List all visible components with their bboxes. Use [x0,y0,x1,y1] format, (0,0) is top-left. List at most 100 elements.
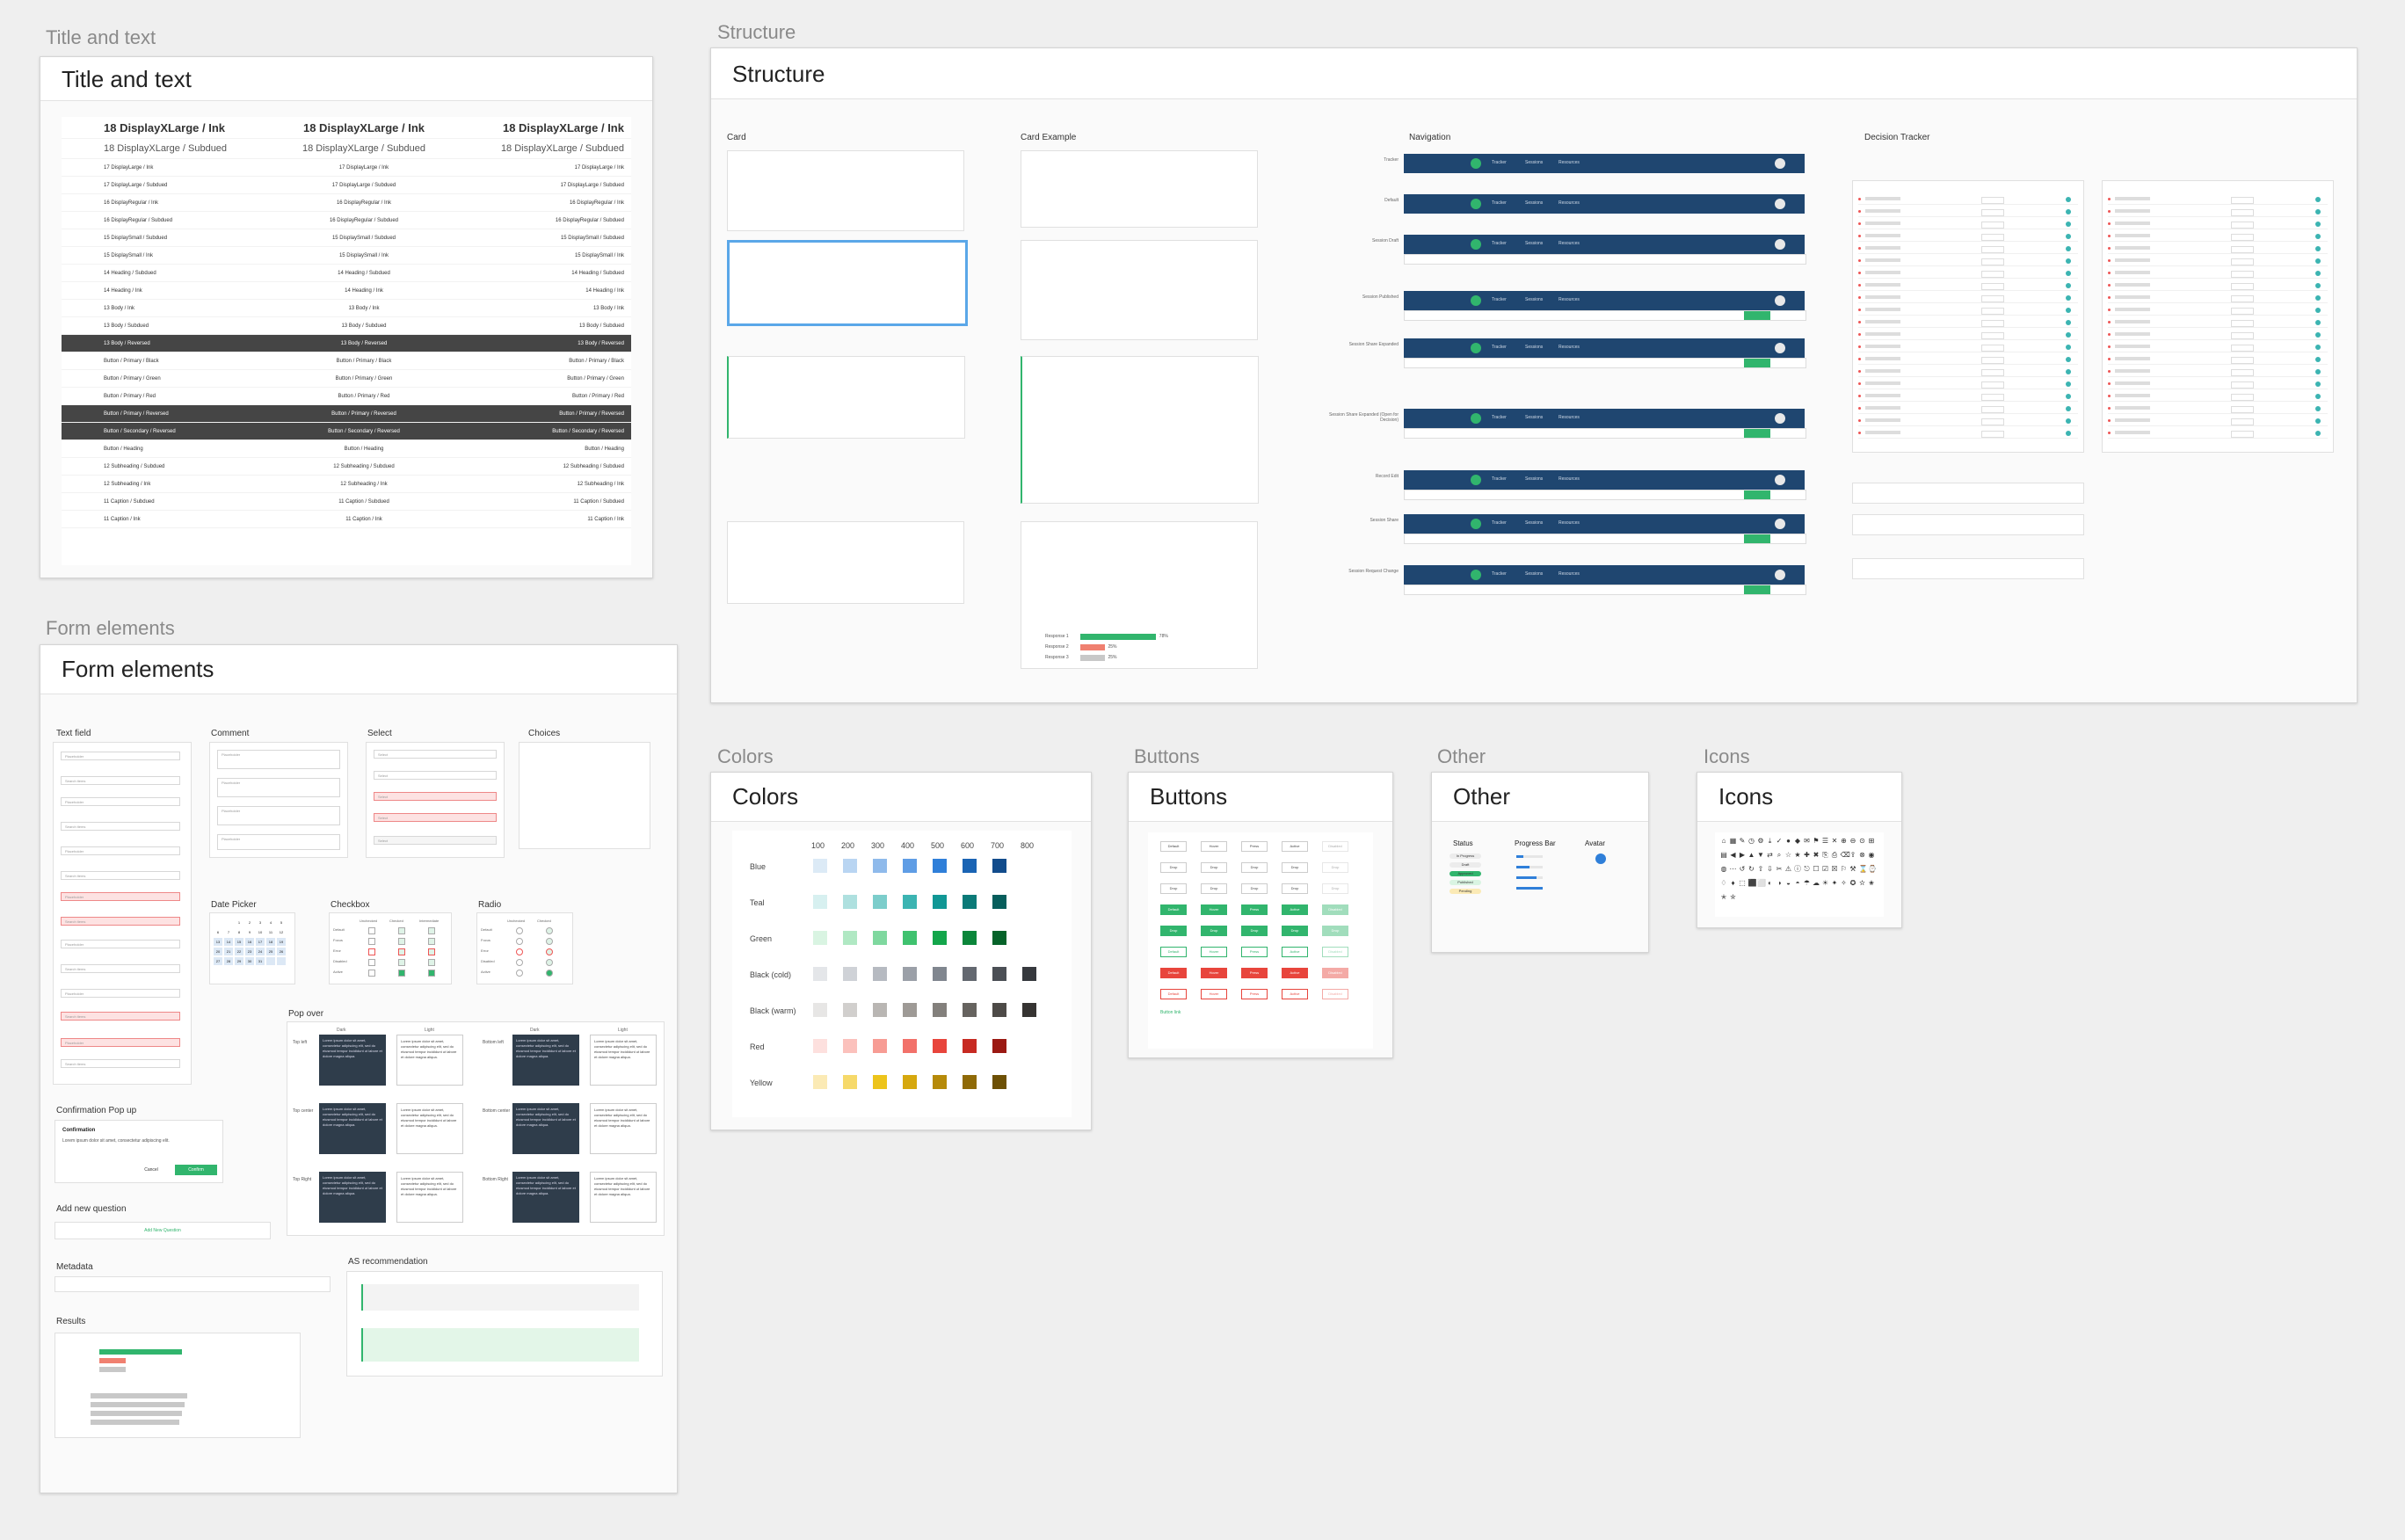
tracker-action-icon[interactable] [2066,246,2071,251]
style-button[interactable]: Drop [1282,926,1308,936]
style-button[interactable]: Drop [1282,862,1308,873]
tracker-row[interactable] [1858,331,2078,340]
calendar-day[interactable] [266,957,275,965]
nav-item[interactable]: Sessions [1525,520,1543,526]
tracker-action-icon[interactable] [2066,431,2071,436]
tracker-action-icon[interactable] [2066,406,2071,411]
cancel-button[interactable]: Cancel [129,1165,173,1175]
tracker-action-icon[interactable] [2315,308,2321,313]
checkbox[interactable] [368,938,375,945]
calendar-day[interactable] [277,967,286,975]
confirm-button[interactable]: Confirm [175,1165,217,1175]
text-field-error[interactable]: Placeholder [61,1038,180,1047]
tracker-row[interactable] [2108,318,2328,328]
calendar-day[interactable] [214,967,222,975]
tracker-row[interactable] [2108,392,2328,402]
style-button[interactable]: Active [1282,904,1308,915]
tracker-row[interactable] [1858,232,2078,242]
style-button[interactable]: Default [1160,841,1187,852]
style-button[interactable]: Disabled [1322,841,1348,852]
avatar[interactable] [1595,854,1606,864]
nav-item[interactable]: Sessions [1525,200,1543,206]
text-field[interactable]: Placeholder [61,797,180,806]
tracker-action-icon[interactable] [2315,295,2321,301]
tracker-row[interactable] [1858,404,2078,414]
style-button[interactable]: Drop [1241,883,1268,894]
add-question-button[interactable]: Add New Question [54,1222,271,1239]
calendar-day[interactable]: 16 [245,938,254,946]
calendar-day[interactable]: 14 [224,938,233,946]
nav-item[interactable]: Tracker [1492,476,1507,482]
style-button[interactable]: Hover [1201,841,1227,852]
style-button[interactable]: Disabled [1322,904,1348,915]
style-button[interactable]: Hover [1201,968,1227,978]
text-field[interactable]: Placeholder [61,846,180,855]
calendar-day[interactable]: 5 [277,919,286,926]
style-button[interactable]: Hover [1201,989,1227,999]
calendar-day[interactable] [235,967,243,975]
calendar-day[interactable]: 19 [277,938,286,946]
checkbox[interactable] [368,927,375,934]
tracker-row[interactable] [1858,355,2078,365]
calendar-day[interactable]: 9 [245,928,254,936]
tracker-row[interactable] [2108,429,2328,439]
avatar[interactable] [1775,413,1785,424]
calendar-day[interactable]: 27 [214,957,222,965]
checkbox[interactable] [428,938,435,945]
calendar-day[interactable]: 12 [277,928,286,936]
tracker-row[interactable] [1858,220,2078,229]
tracker-row[interactable] [2108,244,2328,254]
calendar-day[interactable] [277,957,286,965]
calendar-day[interactable]: 18 [266,938,275,946]
calendar-day[interactable] [266,967,275,975]
select-field-error[interactable]: Select [374,792,497,801]
style-button[interactable]: Hover [1201,947,1227,957]
tracker-row[interactable] [2108,257,2328,266]
nav-item[interactable]: Sessions [1525,345,1543,350]
text-field[interactable]: Search items [61,822,180,831]
radio-button[interactable] [546,970,553,977]
nav-item[interactable]: Sessions [1525,571,1543,577]
calendar-day[interactable]: 10 [256,928,265,936]
style-button[interactable]: Default [1160,968,1187,978]
tracker-row[interactable] [2108,417,2328,426]
avatar[interactable] [1775,199,1785,209]
calendar-day[interactable]: 25 [266,948,275,955]
calendar-day[interactable]: 6 [214,928,222,936]
select-field[interactable]: Select [374,750,497,759]
tracker-row[interactable] [2108,331,2328,340]
tracker-action-icon[interactable] [2315,345,2321,350]
nav-item[interactable]: Resources [1559,200,1580,206]
calendar-day[interactable]: 26 [277,948,286,955]
calendar-day[interactable] [224,967,233,975]
style-button[interactable]: Drop [1282,883,1308,894]
tracker-action-icon[interactable] [2315,406,2321,411]
style-button[interactable]: Press [1241,947,1268,957]
calendar-day[interactable] [214,919,222,926]
tracker-row[interactable] [1858,318,2078,328]
radio-button[interactable] [516,948,523,955]
calendar-day[interactable]: 13 [214,938,222,946]
radio-button[interactable] [546,948,553,955]
link-button[interactable]: Button link [1160,1010,1181,1015]
calendar-day[interactable]: 15 [235,938,243,946]
style-button[interactable]: Press [1241,904,1268,915]
checkbox[interactable] [398,938,405,945]
primary-button[interactable] [1744,359,1770,367]
tracker-action-icon[interactable] [2315,394,2321,399]
nav-item[interactable]: Tracker [1492,345,1507,350]
style-button[interactable]: Drop [1241,926,1268,936]
calendar-day[interactable]: 28 [224,957,233,965]
radio-button[interactable] [546,959,553,966]
tracker-row[interactable] [2108,355,2328,365]
radio-button[interactable] [546,938,553,945]
calendar-day[interactable]: 24 [256,948,265,955]
tracker-row[interactable] [2108,367,2328,377]
nav-item[interactable]: Resources [1559,241,1580,246]
nav-item[interactable]: Resources [1559,345,1580,350]
nav-item[interactable]: Tracker [1492,297,1507,302]
tracker-row[interactable] [2108,404,2328,414]
avatar[interactable] [1775,295,1785,306]
calendar-day[interactable]: 22 [235,948,243,955]
tracker-row[interactable] [2108,294,2328,303]
